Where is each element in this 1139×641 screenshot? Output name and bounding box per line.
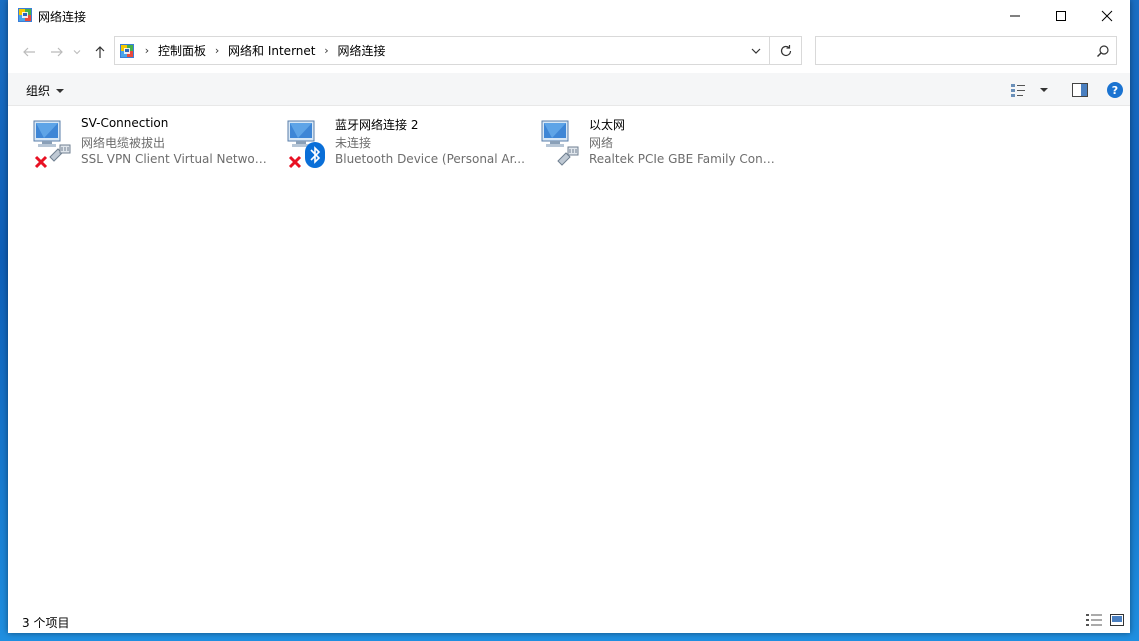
close-button[interactable] [1084, 0, 1130, 31]
up-button[interactable] [91, 43, 109, 61]
red-x-icon [288, 155, 302, 169]
breadcrumb-network-connections[interactable]: 网络连接 [337, 42, 385, 59]
caret-down-icon [1040, 88, 1048, 92]
refresh-button[interactable] [770, 36, 802, 65]
command-bar: 组织 ? [8, 73, 1130, 106]
control-panel-icon [120, 43, 134, 58]
connection-device: SSL VPN Client Virtual Network... [81, 152, 271, 166]
title-bar[interactable]: 网络连接 [8, 0, 1130, 31]
close-icon [1101, 10, 1113, 21]
address-dropdown-icon[interactable] [749, 44, 763, 58]
bluetooth-icon [305, 142, 325, 168]
minimize-icon [1010, 15, 1020, 16]
organize-label: 组织 [26, 84, 51, 98]
connection-status: 未连接 [335, 136, 372, 150]
preview-pane-button[interactable] [1072, 81, 1088, 99]
status-bar: 3 个项目 [8, 607, 1130, 633]
window-controls [992, 0, 1130, 31]
forward-button[interactable] [48, 43, 66, 61]
breadcrumb-network-internet[interactable]: 网络和 Internet [228, 42, 315, 59]
help-icon: ? [1107, 82, 1123, 98]
recent-locations-button[interactable] [71, 43, 83, 61]
connection-device: Bluetooth Device (Personal Ar... [335, 152, 525, 166]
connection-device: Realtek PCIe GBE Family Contr... [589, 152, 779, 166]
breadcrumb-separator[interactable]: › [319, 44, 333, 57]
window-title: 网络连接 [38, 10, 87, 24]
svg-text:?: ? [1112, 84, 1118, 97]
connection-item-ethernet[interactable]: 以太网 网络 Realtek PCIe GBE Family Contr... [526, 115, 779, 171]
item-count: 3 个项目 [22, 616, 70, 630]
large-icons-view-icon[interactable] [1110, 614, 1124, 626]
view-options-icon [1011, 84, 1025, 97]
up-arrow-icon [95, 46, 105, 58]
details-view-icon[interactable] [1086, 614, 1102, 626]
change-view-button[interactable] [1010, 81, 1048, 99]
connection-status: 网络 [589, 136, 614, 150]
breadcrumb-separator[interactable]: › [140, 44, 154, 57]
network-connections-app-icon [18, 8, 32, 22]
connection-item-sv-connection[interactable]: SV-Connection 网络电缆被拔出 SSL VPN Client Vir… [18, 115, 271, 171]
chevron-down-icon [73, 50, 81, 55]
maximize-icon [1056, 10, 1066, 21]
red-x-icon [34, 155, 48, 169]
explorer-window: 网络连接 › 控制面板 › 网络和 Internet › 网络连接 组织 ? S… [8, 0, 1130, 633]
caret-down-icon [56, 88, 65, 93]
connection-name: 蓝牙网络连接 2 [335, 118, 419, 132]
organize-menu-button[interactable]: 组织 [26, 82, 65, 99]
search-box[interactable] [815, 36, 1117, 65]
maximize-button[interactable] [1038, 0, 1084, 31]
connection-status: 网络电缆被拔出 [81, 136, 166, 150]
breadcrumb-control-panel[interactable]: 控制面板 [158, 42, 206, 59]
minimize-button[interactable] [992, 0, 1038, 31]
file-list[interactable]: SV-Connection 网络电缆被拔出 SSL VPN Client Vir… [8, 106, 1130, 607]
connection-name: 以太网 [589, 118, 626, 132]
preview-pane-icon [1072, 83, 1088, 97]
network-adapter-icon [541, 120, 579, 166]
refresh-icon [780, 44, 791, 56]
address-bar[interactable]: › 控制面板 › 网络和 Internet › 网络连接 [114, 36, 770, 65]
back-arrow-icon [23, 47, 35, 57]
back-button[interactable] [20, 43, 38, 61]
search-icon[interactable] [1096, 44, 1110, 58]
navigation-bar: › 控制面板 › 网络和 Internet › 网络连接 [8, 31, 1130, 73]
forward-arrow-icon [51, 47, 63, 57]
breadcrumb-separator[interactable]: › [210, 44, 224, 57]
search-input[interactable] [816, 37, 1076, 63]
help-button[interactable]: ? [1106, 81, 1124, 99]
connection-item-bluetooth[interactable]: 蓝牙网络连接 2 未连接 Bluetooth Device (Personal … [272, 115, 525, 171]
connection-name: SV-Connection [81, 116, 169, 130]
